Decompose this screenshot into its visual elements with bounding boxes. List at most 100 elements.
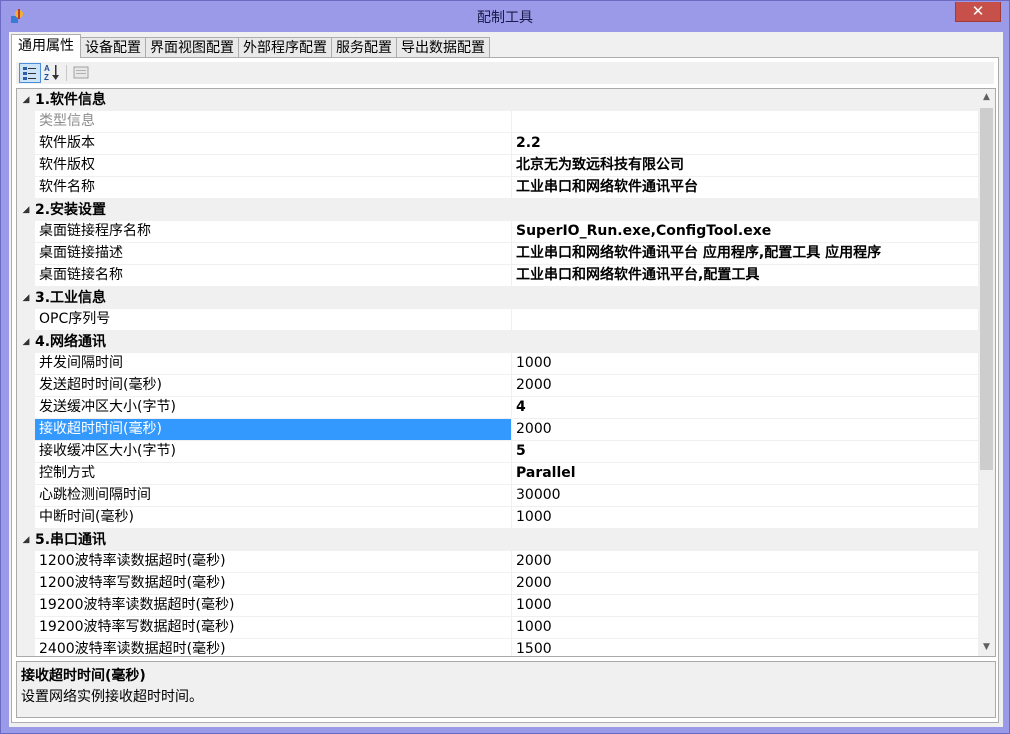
row-gutter: [17, 177, 35, 198]
property-name[interactable]: 桌面链接程序名称: [35, 221, 512, 242]
row-gutter: [17, 375, 35, 396]
alphabetical-button[interactable]: A Z: [42, 63, 64, 83]
row-gutter: [17, 551, 35, 572]
property-value[interactable]: 2000: [512, 375, 978, 396]
collapse-arrow-icon[interactable]: ◢: [17, 287, 35, 308]
tab-3[interactable]: 界面视图配置: [145, 37, 239, 58]
tab-4[interactable]: 外部程序配置: [238, 37, 332, 58]
property-row[interactable]: 接收缓冲区大小(字节) 5: [17, 441, 978, 463]
collapse-arrow-icon[interactable]: ◢: [17, 331, 35, 352]
property-row[interactable]: 接收超时时间(毫秒) 2000: [17, 419, 978, 441]
property-row[interactable]: 桌面链接描述 工业串口和网络软件通讯平台 应用程序,配置工具 应用程序: [17, 243, 978, 265]
property-name[interactable]: 软件版权: [35, 155, 512, 176]
property-grid[interactable]: ◢ 1.软件信息 类型信息 软件版本 2.2 软件版权 北京无为致远科技有限公司 软件名称 工业…: [16, 88, 996, 657]
row-gutter: [17, 617, 35, 638]
category-row[interactable]: ◢ 3.工业信息: [17, 287, 978, 309]
property-row[interactable]: 软件名称 工业串口和网络软件通讯平台: [17, 177, 978, 199]
property-value[interactable]: 北京无为致远科技有限公司: [512, 155, 978, 176]
collapse-arrow-icon[interactable]: ◢: [17, 529, 35, 550]
property-value[interactable]: 2.2: [512, 133, 978, 154]
property-row[interactable]: 软件版权 北京无为致远科技有限公司: [17, 155, 978, 177]
property-row[interactable]: 类型信息: [17, 111, 978, 133]
property-value[interactable]: 1000: [512, 595, 978, 616]
property-name[interactable]: 软件版本: [35, 133, 512, 154]
property-name[interactable]: 2400波特率读数据超时(毫秒): [35, 639, 512, 656]
property-name[interactable]: 1200波特率写数据超时(毫秒): [35, 573, 512, 594]
property-name[interactable]: 发送超时时间(毫秒): [35, 375, 512, 396]
property-value[interactable]: 5: [512, 441, 978, 462]
property-value[interactable]: [512, 111, 978, 132]
collapse-arrow-icon[interactable]: ◢: [17, 199, 35, 220]
property-name[interactable]: 接收超时时间(毫秒): [35, 419, 512, 440]
property-name[interactable]: 19200波特率读数据超时(毫秒): [35, 595, 512, 616]
property-row[interactable]: 19200波特率写数据超时(毫秒) 1000: [17, 617, 978, 639]
scrollbar-thumb[interactable]: [980, 108, 993, 470]
property-value[interactable]: 2000: [512, 573, 978, 594]
category-row[interactable]: ◢ 2.安装设置: [17, 199, 978, 221]
property-value[interactable]: 1000: [512, 507, 978, 528]
row-gutter: [17, 133, 35, 154]
scroll-down-icon[interactable]: ▼: [978, 639, 995, 656]
property-row[interactable]: 心跳检测间隔时间 30000: [17, 485, 978, 507]
property-name[interactable]: 中断时间(毫秒): [35, 507, 512, 528]
property-value[interactable]: 工业串口和网络软件通讯平台 应用程序,配置工具 应用程序: [512, 243, 978, 264]
row-gutter: [17, 485, 35, 506]
property-name[interactable]: 1200波特率读数据超时(毫秒): [35, 551, 512, 572]
category-row[interactable]: ◢ 1.软件信息: [17, 89, 978, 111]
property-name[interactable]: 软件名称: [35, 177, 512, 198]
categorized-icon: [23, 67, 36, 80]
scroll-up-icon[interactable]: ▲: [978, 89, 995, 106]
property-name[interactable]: 发送缓冲区大小(字节): [35, 397, 512, 418]
close-button[interactable]: ✕: [955, 2, 1001, 22]
vertical-scrollbar[interactable]: ▲ ▼: [978, 89, 995, 656]
property-row[interactable]: 桌面链接程序名称 SuperIO_Run.exe,ConfigTool.exe: [17, 221, 978, 243]
tab-2[interactable]: 设备配置: [80, 37, 146, 58]
property-name[interactable]: 并发间隔时间: [35, 353, 512, 374]
property-row[interactable]: 中断时间(毫秒) 1000: [17, 507, 978, 529]
category-row[interactable]: ◢ 4.网络通讯: [17, 331, 978, 353]
property-value[interactable]: 2000: [512, 551, 978, 572]
property-name[interactable]: 控制方式: [35, 463, 512, 484]
property-name[interactable]: 桌面链接名称: [35, 265, 512, 286]
property-name[interactable]: 19200波特率写数据超时(毫秒): [35, 617, 512, 638]
property-row[interactable]: 发送超时时间(毫秒) 2000: [17, 375, 978, 397]
property-value[interactable]: 30000: [512, 485, 978, 506]
category-row[interactable]: ◢ 5.串口通讯: [17, 529, 978, 551]
client-area: 通用属性 设备配置 界面视图配置 外部程序配置 服务配置 导出数据配置 A Z …: [9, 32, 1003, 727]
property-value[interactable]: Parallel: [512, 463, 978, 484]
property-value[interactable]: SuperIO_Run.exe,ConfigTool.exe: [512, 221, 978, 242]
collapse-arrow-icon[interactable]: ◢: [17, 89, 35, 110]
title-bar: 配制工具 ✕: [1, 1, 1009, 31]
property-value[interactable]: 2000: [512, 419, 978, 440]
tab-5[interactable]: 服务配置: [331, 37, 397, 58]
property-row[interactable]: 控制方式 Parallel: [17, 463, 978, 485]
property-row[interactable]: 软件版本 2.2: [17, 133, 978, 155]
property-name[interactable]: OPC序列号: [35, 309, 512, 330]
categorized-button[interactable]: [19, 63, 41, 83]
property-pages-button[interactable]: [71, 63, 93, 83]
property-value[interactable]: 1000: [512, 617, 978, 638]
property-name[interactable]: 心跳检测间隔时间: [35, 485, 512, 506]
tab-1[interactable]: 通用属性: [11, 34, 81, 58]
tab-6[interactable]: 导出数据配置: [396, 37, 490, 58]
property-name[interactable]: 桌面链接描述: [35, 243, 512, 264]
property-value[interactable]: 4: [512, 397, 978, 418]
svg-text:A: A: [44, 64, 50, 73]
property-row[interactable]: 19200波特率读数据超时(毫秒) 1000: [17, 595, 978, 617]
row-gutter: [17, 397, 35, 418]
property-value[interactable]: 1000: [512, 353, 978, 374]
property-row[interactable]: 1200波特率写数据超时(毫秒) 2000: [17, 573, 978, 595]
property-value[interactable]: 工业串口和网络软件通讯平台,配置工具: [512, 265, 978, 286]
property-row[interactable]: OPC序列号: [17, 309, 978, 331]
property-row[interactable]: 1200波特率读数据超时(毫秒) 2000: [17, 551, 978, 573]
property-row[interactable]: 发送缓冲区大小(字节) 4: [17, 397, 978, 419]
property-value[interactable]: [512, 309, 978, 330]
property-value[interactable]: 工业串口和网络软件通讯平台: [512, 177, 978, 198]
property-value[interactable]: 1500: [512, 639, 978, 656]
property-name[interactable]: 类型信息: [35, 111, 512, 132]
property-row[interactable]: 2400波特率读数据超时(毫秒) 1500: [17, 639, 978, 656]
property-name[interactable]: 接收缓冲区大小(字节): [35, 441, 512, 462]
row-gutter: [17, 507, 35, 528]
property-row[interactable]: 并发间隔时间 1000: [17, 353, 978, 375]
property-row[interactable]: 桌面链接名称 工业串口和网络软件通讯平台,配置工具: [17, 265, 978, 287]
